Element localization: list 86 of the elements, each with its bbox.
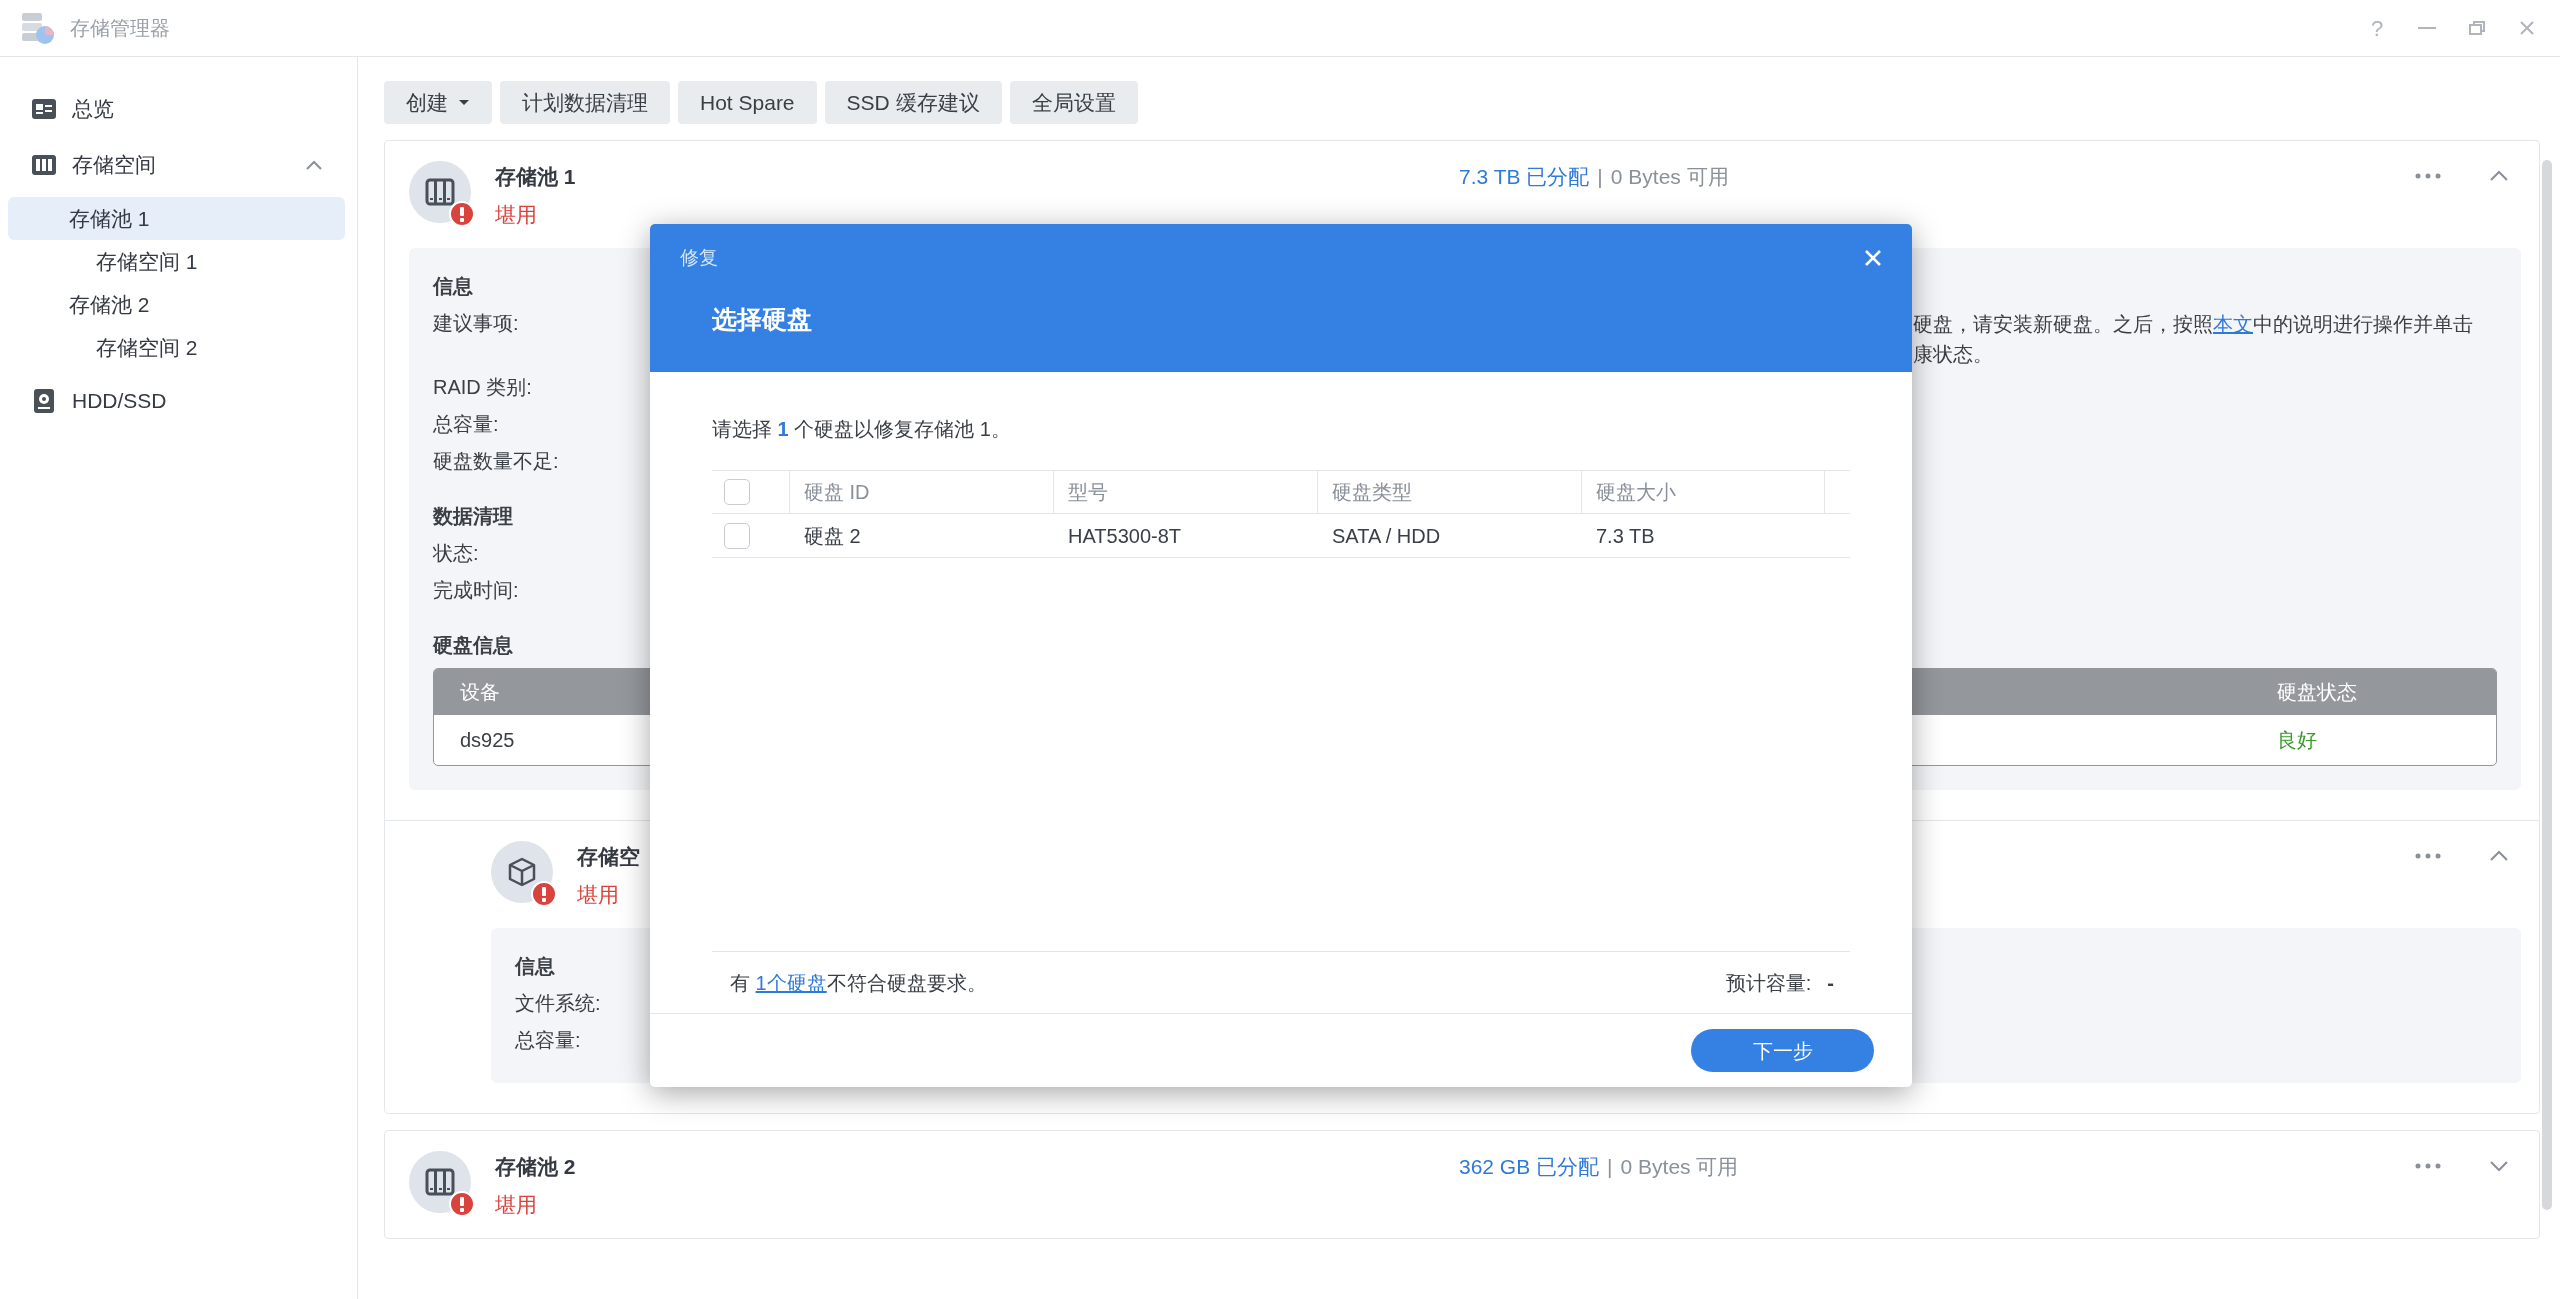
- available-capacity: 0 Bytes 可用: [1610, 164, 1729, 190]
- app-logo-icon: [20, 10, 56, 46]
- sidebar-item[interactable]: 存储池 2: [8, 283, 345, 326]
- window-title: 存储管理器: [70, 16, 170, 41]
- toolbar-button[interactable]: 计划数据清理: [500, 81, 670, 124]
- toolbar-button[interactable]: Hot Spare: [678, 81, 817, 124]
- table-cell-text: 良好: [2276, 728, 2317, 753]
- estimate-label: 预计容量:: [1725, 970, 1812, 996]
- disk-link[interactable]: 1个硬盘: [755, 971, 827, 994]
- exclamation-icon: [459, 206, 465, 222]
- column-header: 硬盘状态: [2276, 680, 2357, 705]
- pool-name: 存储池 2: [495, 1154, 576, 1180]
- volume-status: 堪用: [577, 881, 620, 908]
- close-icon: [2518, 19, 2536, 37]
- section-heading: 信息: [515, 954, 555, 979]
- table-cell-text: ds925: [459, 728, 516, 753]
- exclamation-icon: [459, 1196, 465, 1212]
- volume-name: 存储空: [577, 844, 640, 870]
- field-label: 文件系统:: [515, 991, 601, 1016]
- field-value: 硬盘，请安装新硬盘。之后，按照本文中的说明进行操作并单击 康状态。: [1913, 312, 2474, 367]
- checkbox[interactable]: [724, 522, 750, 549]
- sidebar-item[interactable]: 存储空间 1: [8, 240, 345, 283]
- next-button[interactable]: 下一步: [1691, 1029, 1874, 1072]
- expand-button[interactable]: [2489, 1160, 2509, 1172]
- sidebar-item[interactable]: 存储空间: [8, 133, 345, 197]
- sidebar-item[interactable]: 存储池 1: [8, 197, 345, 240]
- server-icon: [424, 1166, 456, 1198]
- more-button[interactable]: [2415, 1163, 2441, 1169]
- sidebar-item[interactable]: 总览: [8, 85, 345, 133]
- more-icon: [2415, 853, 2441, 859]
- field-label: 总容量:: [515, 1028, 581, 1053]
- chevron-up-icon: [2489, 170, 2509, 182]
- minimize-icon: [2418, 27, 2436, 29]
- field-label: 状态:: [433, 541, 479, 566]
- cube-icon: [506, 856, 538, 888]
- table-cell-text: SATA / HDD: [1332, 523, 1441, 549]
- separator-text: |: [1597, 164, 1603, 190]
- estimate-value: -: [1827, 970, 1834, 996]
- close-icon: [1864, 249, 1882, 268]
- server-icon: [424, 176, 456, 208]
- more-button[interactable]: [2415, 173, 2441, 179]
- sidebar-item[interactable]: HDD/SSD: [8, 369, 345, 433]
- chevron-up-icon: [2489, 850, 2509, 862]
- more-button[interactable]: [2415, 853, 2441, 859]
- separator-text: |: [1607, 1154, 1613, 1180]
- column-header: 硬盘大小: [1596, 480, 1676, 505]
- table-cell-text: 硬盘 2: [804, 523, 861, 549]
- more-icon: [2415, 1163, 2441, 1169]
- toolbar-button[interactable]: 全局设置: [1009, 81, 1138, 124]
- column-header: 硬盘类型: [1332, 480, 1412, 505]
- column-header: 硬盘 ID: [804, 480, 870, 505]
- field-label: 建议事项:: [433, 311, 519, 336]
- section-heading: 信息: [433, 274, 473, 299]
- field-label: 完成时间:: [433, 578, 519, 603]
- article-link[interactable]: 本文: [2213, 313, 2253, 335]
- toolbar-button[interactable]: 创建: [384, 81, 492, 124]
- checkbox[interactable]: [724, 479, 750, 505]
- chevron-down-icon: [2489, 1160, 2509, 1172]
- pool-name: 存储池 1: [495, 164, 576, 190]
- dialog-title: 修复: [680, 246, 718, 270]
- table-cell-text: HAT5300-8T: [1068, 523, 1181, 549]
- pool-status: 堪用: [495, 201, 538, 228]
- section-heading: 硬盘信息: [433, 633, 513, 658]
- field-label: RAID 类别:: [433, 375, 532, 400]
- allocated-capacity: 7.3 TB 已分配: [1459, 164, 1590, 190]
- field-label: 硬盘数量不足:: [433, 449, 559, 474]
- pool-status: 堪用: [495, 1191, 538, 1218]
- column-header: 设备: [459, 680, 501, 705]
- collapse-button[interactable]: [2489, 850, 2509, 862]
- toolbar-button[interactable]: SSD 缓存建议: [824, 81, 1002, 124]
- sidebar-item[interactable]: 存储空间 2: [8, 326, 345, 369]
- requirement-note: 有 1个硬盘不符合硬盘要求。: [730, 970, 987, 996]
- scrollbar[interactable]: [2542, 160, 2552, 1210]
- instruction-text: 请选择 1 个硬盘以修复存储池 1。: [712, 417, 1011, 442]
- allocated-capacity: 362 GB 已分配: [1459, 1154, 1600, 1180]
- collapse-button[interactable]: [2489, 170, 2509, 182]
- restore-icon: [2468, 19, 2486, 37]
- exclamation-icon: [541, 886, 547, 902]
- column-header: 型号: [1068, 480, 1108, 505]
- field-label: 总容量:: [433, 412, 499, 437]
- more-icon: [2415, 173, 2441, 179]
- table-cell-text: 7.3 TB: [1596, 523, 1655, 549]
- close-button[interactable]: [1864, 249, 1882, 268]
- available-capacity: 0 Bytes 可用: [1620, 1154, 1739, 1180]
- dialog-heading: 选择硬盘: [712, 303, 812, 335]
- section-heading: 数据清理: [433, 504, 513, 529]
